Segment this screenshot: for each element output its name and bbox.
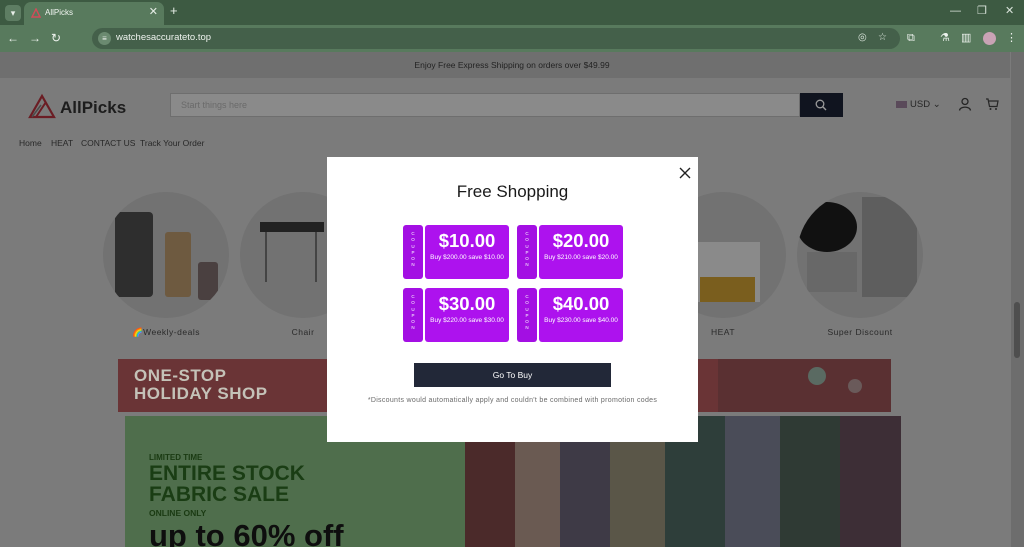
coupon-main: $30.00 Buy $220.00 save $30.00 [425,288,509,342]
reload-icon[interactable]: ↻ [51,31,61,45]
coupon-description: Buy $200.00 save $10.00 [430,254,504,261]
tab-search-button[interactable]: ▾ [5,5,21,21]
currency-label: USD [910,99,931,110]
restore-icon[interactable]: ❐ [977,5,987,17]
modal-title: Free Shopping [456,182,569,201]
browser-tab-strip: ▾ AllPicks ✕ + — ❐ ✕ [0,0,1024,25]
site-favicon-icon [31,8,41,18]
chevron-down-icon: ⌄ [932,99,941,110]
eye-off-icon[interactable]: ◎ [858,32,867,43]
back-icon[interactable]: ← [7,31,19,45]
category-label-weekly-deals[interactable]: 🌈Weekly-deals [103,327,229,338]
search-placeholder: Start things here [181,100,248,110]
coupon-side-label: COUPON [411,231,415,268]
coupon-main: $20.00 Buy $210.00 save $20.00 [539,225,623,279]
currency-selector[interactable]: USD ⌄ [896,99,941,110]
fabric-offer-text: up to 60% off [149,518,344,547]
profile-avatar[interactable] [983,32,996,45]
allpicks-logo-icon[interactable] [28,93,56,119]
browser-tab[interactable]: AllPicks ✕ [24,2,164,25]
lab-icon[interactable]: ⚗ [940,31,950,45]
forward-icon[interactable]: → [29,31,41,45]
search-input[interactable]: Start things here [170,93,800,117]
search-button[interactable] [800,93,843,117]
announcement-bar: Enjoy Free Express Shipping on orders ov… [0,52,1010,78]
logo-text[interactable]: AllPicks [60,98,126,118]
holiday-banner-text: ONE-STOP HOLIDAY SHOP [134,366,268,403]
coupon-description: Buy $210.00 save $20.00 [544,254,618,261]
coupon-amount: $40.00 [552,293,610,314]
new-tab-button[interactable]: + [170,4,178,18]
coupon-modal: Free Shopping COUPON $10.00 Buy $200.00 … [327,157,698,442]
menu-heat[interactable]: HEAT [51,138,73,148]
fabric-title-line2: FABRIC SALE [149,483,290,506]
window-close-icon[interactable]: ✕ [1005,5,1014,17]
announcement-text: Enjoy Free Express Shipping on orders ov… [414,60,610,70]
coupon-side-tab: COUPON [517,225,537,279]
discount-disclaimer: *Discounts would automatically apply and… [367,397,658,404]
coupon-amount: $10.00 [438,230,496,251]
side-panel-icon[interactable]: ▥ [961,31,971,45]
coupon-amount: $30.00 [438,293,496,314]
minimize-icon[interactable]: — [950,5,961,17]
coupon-description: Buy $230.00 save $40.00 [544,317,618,324]
coupon-description: Buy $220.00 save $30.00 [430,317,504,324]
fabric-online-text: ONLINE ONLY [149,508,207,518]
tab-close-icon[interactable]: ✕ [149,6,158,18]
category-weekly-deals[interactable] [103,192,229,318]
bookmark-star-icon[interactable]: ☆ [878,32,887,43]
coupon-amount: $20.00 [552,230,610,251]
coupon-card[interactable]: COUPON $40.00 Buy $230.00 save $40.00 [517,288,623,342]
coupon-side-label: COUPON [411,294,415,331]
coupon-card[interactable]: COUPON $20.00 Buy $210.00 save $20.00 [517,225,623,279]
category-label-super-discount[interactable]: Super Discount [797,327,923,337]
category-super-discount[interactable] [797,192,923,318]
extensions-icon[interactable]: ⧉ [907,31,915,45]
coupon-side-label: COUPON [525,294,529,331]
coupon-side-tab: COUPON [403,225,423,279]
scrollbar-thumb[interactable] [1014,302,1020,358]
menu-home[interactable]: Home [19,138,42,148]
menu-track-order[interactable]: Track Your Order [140,138,204,148]
fabric-title-line1: ENTIRE STOCK [149,462,305,485]
coupon-side-tab: COUPON [517,288,537,342]
coupon-card[interactable]: COUPON $30.00 Buy $220.00 save $30.00 [403,288,509,342]
search-icon [815,99,827,111]
modal-close-icon[interactable] [678,166,692,180]
coupon-main: $40.00 Buy $230.00 save $40.00 [539,288,623,342]
browser-toolbar: ← → ↻ ≡ watchesaccurateto.top ◎ ☆ ⧉ ⚗ ▥ … [0,25,1024,68]
account-icon[interactable] [958,97,972,111]
url-text: watchesaccurateto.top [116,32,212,43]
us-flag-icon [896,100,907,108]
menu-contact-us[interactable]: CONTACT US [81,138,135,148]
fabric-title: ENTIRE STOCK FABRIC SALE [149,463,305,505]
site-info-icon[interactable]: ≡ [98,32,111,45]
coupon-side-tab: COUPON [403,288,423,342]
tab-title: AllPicks [45,8,74,17]
coupon-card[interactable]: COUPON $10.00 Buy $200.00 save $10.00 [403,225,509,279]
coupon-main: $10.00 Buy $200.00 save $10.00 [425,225,509,279]
coupon-side-label: COUPON [525,231,529,268]
fabric-limited-text: LIMITED TIME [149,453,203,462]
browser-menu-icon[interactable]: ⋮ [1006,31,1017,45]
address-bar[interactable]: ≡ watchesaccurateto.top ◎ ☆ [92,28,900,49]
cart-icon[interactable] [985,97,999,111]
go-to-buy-button[interactable]: Go To Buy [414,363,611,387]
page-scrollbar[interactable] [1011,52,1024,547]
